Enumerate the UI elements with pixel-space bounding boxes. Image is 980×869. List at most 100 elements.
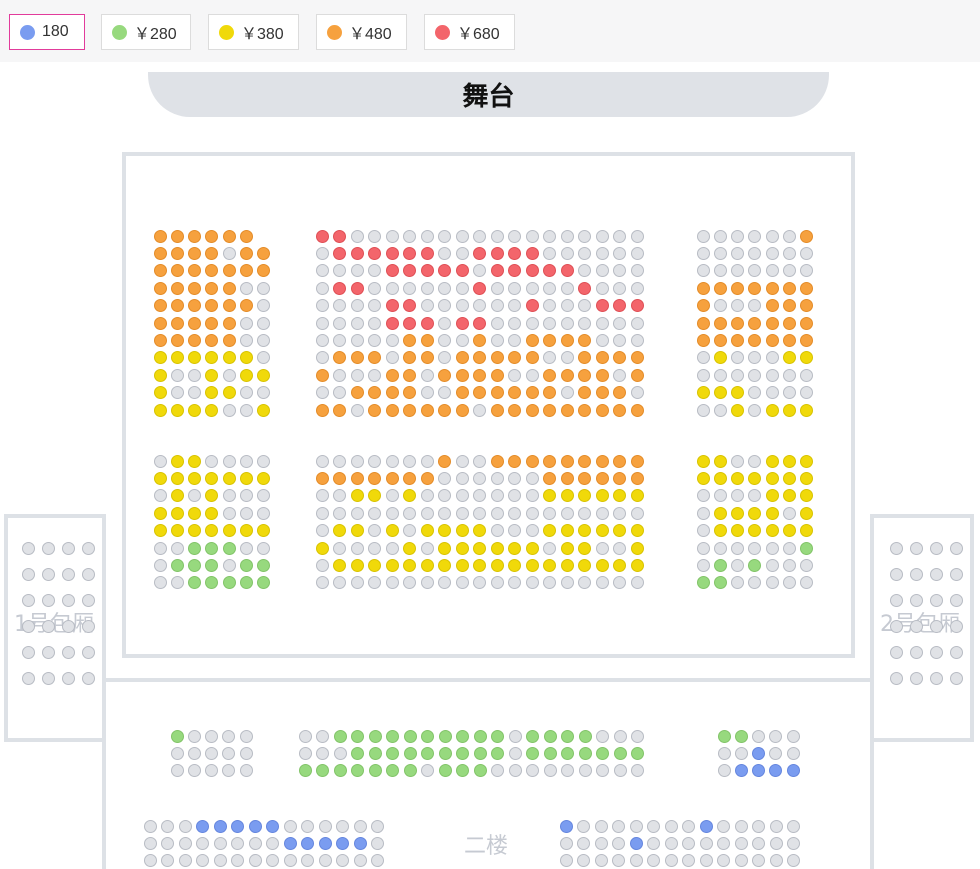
seat[interactable]	[403, 506, 416, 520]
seat[interactable]	[560, 246, 574, 260]
seat[interactable]	[188, 333, 202, 347]
seat[interactable]	[800, 316, 814, 330]
seat[interactable]	[909, 619, 923, 633]
seat[interactable]	[403, 524, 416, 538]
seat[interactable]	[612, 836, 625, 850]
seat[interactable]	[473, 454, 486, 468]
seat[interactable]	[560, 471, 574, 485]
seat[interactable]	[420, 541, 434, 555]
seat[interactable]	[61, 541, 75, 555]
seat[interactable]	[333, 506, 346, 520]
seat[interactable]	[783, 333, 796, 347]
seat[interactable]	[420, 454, 434, 468]
seat[interactable]	[170, 333, 184, 347]
seat[interactable]	[613, 541, 626, 555]
seat[interactable]	[734, 819, 748, 833]
seat[interactable]	[525, 351, 539, 365]
seat[interactable]	[222, 299, 236, 313]
seat[interactable]	[222, 281, 236, 295]
seat[interactable]	[421, 746, 434, 760]
seat[interactable]	[350, 506, 364, 520]
seat[interactable]	[630, 541, 644, 555]
seat[interactable]	[316, 746, 329, 760]
seat[interactable]	[713, 558, 727, 572]
seat[interactable]	[350, 576, 364, 590]
seat[interactable]	[240, 524, 253, 538]
seat[interactable]	[385, 264, 399, 278]
seat[interactable]	[170, 316, 184, 330]
seat[interactable]	[353, 819, 367, 833]
seat[interactable]	[283, 836, 297, 850]
seat[interactable]	[578, 386, 591, 400]
seat[interactable]	[525, 471, 539, 485]
seat[interactable]	[765, 264, 779, 278]
seat[interactable]	[508, 524, 521, 538]
seat[interactable]	[508, 541, 521, 555]
seat[interactable]	[350, 264, 364, 278]
seat[interactable]	[696, 229, 710, 243]
seat[interactable]	[473, 299, 486, 313]
seat[interactable]	[752, 729, 766, 743]
seat[interactable]	[438, 246, 451, 260]
seat[interactable]	[368, 403, 381, 417]
seat[interactable]	[490, 403, 504, 417]
seat[interactable]	[525, 541, 539, 555]
seat[interactable]	[257, 403, 271, 417]
seat[interactable]	[630, 299, 644, 313]
seat[interactable]	[490, 264, 504, 278]
seat[interactable]	[543, 246, 556, 260]
seat[interactable]	[438, 764, 452, 778]
seat[interactable]	[800, 281, 814, 295]
seat[interactable]	[765, 281, 779, 295]
seat[interactable]	[385, 506, 399, 520]
seat[interactable]	[368, 764, 382, 778]
seat[interactable]	[371, 836, 384, 850]
seat[interactable]	[473, 764, 487, 778]
seat[interactable]	[240, 386, 253, 400]
seat[interactable]	[909, 567, 923, 581]
seat[interactable]	[455, 351, 469, 365]
seat[interactable]	[473, 524, 486, 538]
seat[interactable]	[748, 541, 762, 555]
seat[interactable]	[385, 299, 399, 313]
seat[interactable]	[765, 403, 779, 417]
seat[interactable]	[315, 299, 329, 313]
seat[interactable]	[240, 299, 253, 313]
seat[interactable]	[350, 316, 364, 330]
seat[interactable]	[438, 541, 451, 555]
seat[interactable]	[508, 386, 521, 400]
seat[interactable]	[490, 386, 504, 400]
seat[interactable]	[613, 471, 626, 485]
seat[interactable]	[41, 541, 55, 555]
seat[interactable]	[420, 299, 434, 313]
seat[interactable]	[508, 316, 521, 330]
seat[interactable]	[630, 489, 644, 503]
seat[interactable]	[213, 854, 227, 868]
seat[interactable]	[438, 506, 451, 520]
seat[interactable]	[909, 671, 923, 685]
seat[interactable]	[81, 541, 95, 555]
seat[interactable]	[765, 229, 779, 243]
seat[interactable]	[473, 368, 486, 382]
seat[interactable]	[630, 229, 644, 243]
seat[interactable]	[316, 729, 329, 743]
seat[interactable]	[595, 368, 609, 382]
seat[interactable]	[595, 264, 609, 278]
seat[interactable]	[41, 619, 55, 633]
seat[interactable]	[578, 454, 591, 468]
seat[interactable]	[769, 836, 783, 850]
seat[interactable]	[613, 403, 626, 417]
seat[interactable]	[525, 524, 539, 538]
seat[interactable]	[438, 299, 451, 313]
seat[interactable]	[368, 729, 382, 743]
seat[interactable]	[188, 316, 202, 330]
seat[interactable]	[333, 229, 346, 243]
seat[interactable]	[438, 454, 451, 468]
seat[interactable]	[153, 524, 167, 538]
seat[interactable]	[578, 299, 591, 313]
seat[interactable]	[473, 333, 486, 347]
seat[interactable]	[595, 524, 609, 538]
seat[interactable]	[170, 246, 184, 260]
seat[interactable]	[438, 368, 451, 382]
seat[interactable]	[647, 819, 660, 833]
